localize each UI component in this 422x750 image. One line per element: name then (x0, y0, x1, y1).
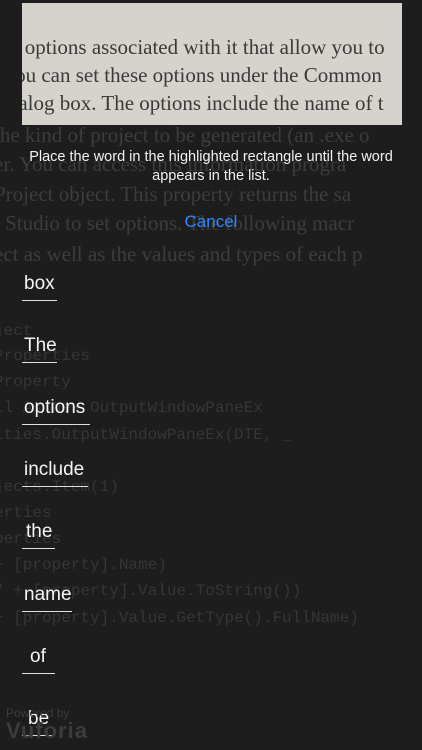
word-list-item[interactable]: box (24, 273, 55, 295)
word-label: name (24, 584, 72, 605)
word-label: of (30, 646, 46, 667)
word-underline (22, 424, 90, 425)
scan-instruction: Place the word in the highlighted rectan… (29, 149, 393, 184)
word-underline (22, 611, 72, 612)
word-underline (22, 486, 88, 487)
word-underline (22, 548, 55, 549)
word-list-item[interactable]: The (24, 335, 57, 357)
document-text-line: the kind of project to be generated (an … (0, 123, 370, 147)
highlighted-text-line: dialog box. The options include the name… (22, 91, 384, 115)
cancel-button[interactable]: Cancel (160, 212, 262, 232)
word-underline (22, 673, 55, 674)
code-text-line: Property (0, 373, 71, 391)
word-label: include (24, 459, 85, 480)
watermark-brand: Vuforia (6, 718, 88, 743)
word-label: the (26, 521, 53, 542)
word-label: The (24, 335, 57, 356)
word-underline (22, 362, 57, 363)
document-text-line: ect as well as the values and types of e… (0, 242, 363, 266)
word-list-item[interactable]: of (30, 646, 46, 668)
word-list-item[interactable]: the (26, 521, 52, 543)
camera-view: the kind of project to be generated (an … (0, 0, 422, 750)
word-label: options (24, 397, 86, 418)
code-text-line: erties (0, 504, 52, 522)
scan-highlight-rectangle: of options associated with it that allow… (22, 3, 402, 125)
word-list-item[interactable]: include (24, 459, 84, 481)
word-list-item[interactable]: name (24, 584, 72, 606)
code-text-line: ities.OutputWindowPaneEx(DTE, _ (0, 426, 292, 444)
code-text-line: + [property].Name) (0, 556, 167, 574)
highlighted-text-line: of options associated with it that allow… (22, 35, 385, 59)
word-underline (22, 300, 57, 301)
highlighted-text-line: You can set these options under the Comm… (22, 63, 382, 87)
word-list-item[interactable]: options (24, 397, 85, 419)
word-label: box (24, 273, 55, 294)
